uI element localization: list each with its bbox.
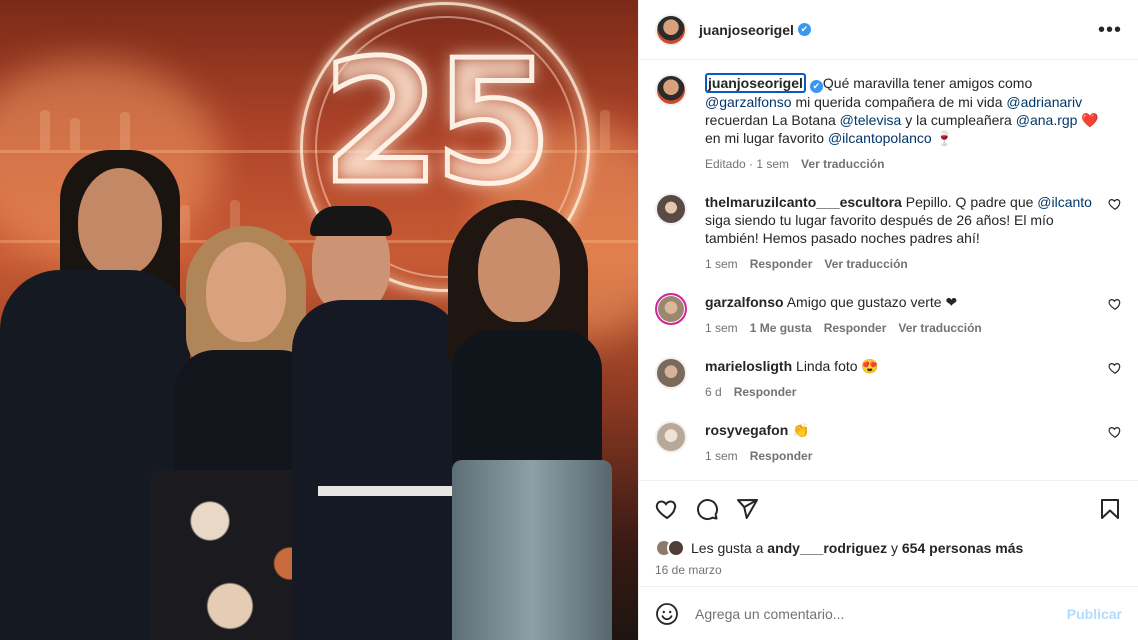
bottle (70, 118, 80, 150)
text-segment: Linda foto 😍 (796, 357, 879, 374)
neon-number: 25 (320, 24, 556, 222)
text-segment: Amigo que gustazo verte ❤ (786, 293, 958, 310)
commenter-username[interactable]: marielosligth (705, 358, 792, 374)
caption-edited-time: Editado · 1 sem (705, 156, 790, 171)
reply-button[interactable]: Responder (750, 255, 813, 273)
author-avatar[interactable] (655, 13, 687, 46)
comment-meta: 1 sem Responder Ver traducción (705, 255, 1100, 273)
comment-meta: 1 sem 1 Me gusta Responder Ver traducció… (705, 319, 1100, 337)
comment-text: Amigo que gustazo verte ❤ (787, 294, 958, 310)
likes-count[interactable]: 654 personas más (902, 540, 1023, 556)
comment-time: 6 d (705, 384, 722, 399)
commenter-avatar[interactable] (655, 420, 687, 453)
text-segment: y la cumpleañera (901, 111, 1016, 128)
commenter-avatar[interactable] (655, 292, 687, 325)
like-heart-icon[interactable] (655, 497, 679, 521)
add-comment-bar: Publicar (639, 586, 1138, 640)
like-comment-heart-icon[interactable] (1108, 425, 1122, 439)
text-segment: siga siendo tu lugar favorito después de… (705, 211, 1054, 246)
bottle (180, 205, 190, 240)
commenter-username[interactable]: thelmaruzilcanto___escultora (705, 194, 902, 210)
caption-meta: Editado · 1 sem Ver traducción (705, 155, 1100, 173)
like-comment-heart-icon[interactable] (1108, 197, 1122, 211)
mention-link[interactable]: @televisa (840, 112, 902, 128)
mention-link[interactable]: @ilcantopolanco (828, 130, 932, 146)
post-actions: Les gusta a andy___rodriguez y 654 perso… (639, 480, 1138, 577)
comment-bubble-icon[interactable] (695, 497, 719, 521)
post-photo[interactable]: 25 (0, 0, 638, 640)
likes-prefix: Les gusta a (691, 540, 768, 556)
author-username[interactable]: juanjoseorigel (699, 22, 794, 38)
author-avatar[interactable] (655, 74, 687, 106)
emoji-icon[interactable] (655, 602, 679, 626)
comments-list[interactable]: juanjoseorigel ✔ Qué maravilla tener amigo… (639, 60, 1138, 480)
mention-link[interactable]: @ana.rgp (1016, 112, 1078, 128)
translate-button[interactable]: Ver traducción (898, 319, 981, 337)
comment-text: Linda foto 😍 (796, 358, 879, 374)
instagram-post-view: 25 juanjoseorigel ✔ ••• juanjoseorigel ✔… (0, 0, 1138, 640)
bottle (120, 112, 130, 150)
commenter-username[interactable]: rosyvegafon (705, 422, 788, 438)
liker-username[interactable]: andy___rodriguez (767, 540, 887, 556)
text-segment: mi querida compañera de mi vida (791, 93, 1007, 110)
caption: juanjoseorigel ✔ Qué maravilla tener amigo… (655, 73, 1122, 173)
post-side-panel: juanjoseorigel ✔ ••• juanjoseorigel ✔ Qué … (638, 0, 1138, 640)
save-bookmark-icon[interactable] (1098, 497, 1122, 521)
commenter-avatar[interactable] (655, 192, 687, 225)
mention-link[interactable]: @garzalfonso (705, 94, 792, 110)
mention-link[interactable]: @adrianariv (1006, 94, 1082, 110)
comment-likes-count[interactable]: 1 Me gusta (750, 319, 812, 337)
commenter-username[interactable]: garzalfonso (705, 294, 784, 310)
share-send-icon[interactable] (735, 497, 759, 521)
comment-item: thelmaruzilcanto___escultora Pepillo. Q … (655, 192, 1122, 273)
text-segment: 👏 (792, 421, 810, 438)
publish-button[interactable]: Publicar (1067, 606, 1122, 622)
comment-item: garzalfonso Amigo que gustazo verte ❤ 1 … (655, 292, 1122, 337)
comment-text: 👏 (792, 422, 809, 438)
comment-time: 1 sem (705, 448, 738, 463)
comment-time: 1 sem (705, 256, 738, 271)
likes-summary: Les gusta a andy___rodriguez y 654 perso… (655, 539, 1122, 557)
mention-link[interactable]: @ilcanto (1037, 194, 1092, 210)
verified-badge-icon: ✔ (797, 23, 811, 36)
text-segment: 🍷 (931, 129, 954, 146)
comment-meta: 6 d Responder (705, 383, 1100, 401)
post-date: 16 de marzo (655, 563, 722, 577)
liker-avatar (667, 539, 685, 557)
post-header: juanjoseorigel ✔ ••• (639, 0, 1138, 60)
text-segment: Pepillo. Q padre que (905, 193, 1038, 210)
reply-button[interactable]: Responder (734, 383, 797, 401)
reply-button[interactable]: Responder (750, 447, 813, 465)
reply-button[interactable]: Responder (824, 319, 887, 337)
bottle (600, 110, 610, 150)
like-comment-heart-icon[interactable] (1108, 361, 1122, 375)
comment-item: marielosligth Linda foto 😍 6 d Responder (655, 356, 1122, 401)
like-comment-heart-icon[interactable] (1108, 297, 1122, 311)
text-segment: Qué maravilla tener amigos como (822, 75, 1033, 91)
comment-input[interactable] (695, 605, 1067, 622)
likes-mid: y (887, 540, 902, 556)
bottle (40, 110, 50, 150)
verified-badge-icon: ✔ (809, 79, 823, 93)
comment-item: rosyvegafon 👏 1 sem Responder (655, 420, 1122, 465)
comment-time: 1 sem (705, 320, 738, 335)
translate-button[interactable]: Ver traducción (824, 255, 907, 273)
caption-username[interactable]: juanjoseorigel (705, 73, 806, 93)
more-options-icon[interactable]: ••• (1098, 20, 1122, 40)
translate-button[interactable]: Ver traducción (801, 155, 884, 173)
comment-meta: 1 sem Responder (705, 447, 1100, 465)
commenter-avatar[interactable] (655, 356, 687, 389)
text-segment: recuerdan La Botana (705, 111, 840, 128)
